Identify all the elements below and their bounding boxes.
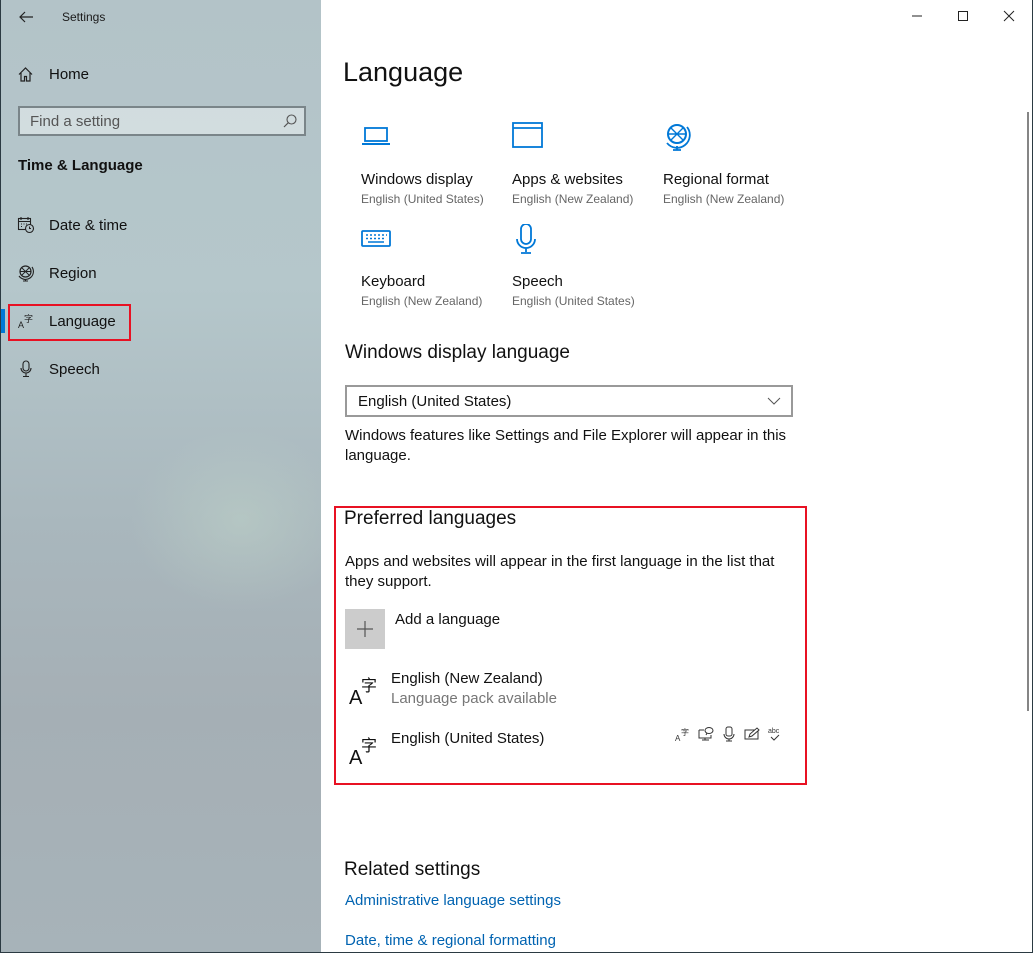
language-pack-icon: A字 bbox=[675, 726, 691, 743]
language-name: English (New Zealand) bbox=[391, 670, 543, 687]
tile-value: English (United States) bbox=[512, 294, 635, 308]
language-name: English (United States) bbox=[391, 730, 545, 747]
home-label: Home bbox=[49, 65, 90, 83]
display-language-heading: Windows display language bbox=[345, 342, 570, 363]
window-icon bbox=[512, 122, 543, 148]
tile-regional-format[interactable]: Regional format English (New Zealand) bbox=[663, 122, 803, 206]
page-title: Language bbox=[343, 57, 464, 87]
section-title: Time & Language bbox=[18, 157, 143, 174]
tile-value: English (New Zealand) bbox=[663, 192, 785, 206]
close-icon bbox=[1003, 10, 1015, 22]
minimize-icon bbox=[912, 15, 922, 17]
microphone-icon bbox=[17, 360, 35, 378]
svg-text:abc: abc bbox=[768, 728, 780, 735]
language-icon: A字 bbox=[17, 312, 35, 330]
sidebar-item-language[interactable]: A字 Language bbox=[17, 309, 116, 333]
laptop-icon bbox=[362, 127, 390, 145]
language-glyph-icon: A字 bbox=[349, 736, 377, 766]
tile-apps-websites[interactable]: Apps & websites English (New Zealand) bbox=[512, 122, 652, 206]
tile-windows-display[interactable]: Windows display English (United States) bbox=[361, 122, 501, 206]
add-language-button[interactable]: Add a language bbox=[345, 609, 500, 649]
language-item-en-nz[interactable]: A字 English (New Zealand) Language pack a… bbox=[345, 670, 785, 720]
svg-text:字: 字 bbox=[681, 727, 689, 737]
search-input[interactable] bbox=[30, 112, 275, 130]
main-content: Language Windows display English (United… bbox=[321, 0, 1032, 952]
settings-window: Settings Home Time & Language Date & tim… bbox=[1, 0, 1032, 952]
svg-text:字: 字 bbox=[24, 313, 33, 325]
keyboard-icon bbox=[361, 230, 391, 247]
plus-icon bbox=[357, 621, 373, 637]
active-indicator bbox=[1, 309, 5, 333]
sidebar-item-label: Speech bbox=[49, 360, 100, 378]
spell-check-icon: abc bbox=[767, 726, 783, 742]
search-box[interactable] bbox=[18, 106, 306, 136]
calendar-clock-icon bbox=[17, 216, 35, 234]
add-language-label: Add a language bbox=[395, 611, 501, 628]
svg-text:字: 字 bbox=[361, 736, 377, 755]
display-language-description: Windows features like Settings and File … bbox=[345, 427, 787, 464]
tile-value: English (New Zealand) bbox=[512, 192, 634, 206]
handwriting-icon bbox=[744, 726, 760, 742]
dropdown-value: English (United States) bbox=[358, 392, 512, 410]
language-status: Language pack available bbox=[391, 690, 557, 707]
tile-speech[interactable]: Speech English (United States) bbox=[512, 223, 652, 308]
admin-language-settings-link[interactable]: Administrative language settings bbox=[345, 892, 561, 909]
tile-value: English (United States) bbox=[361, 192, 484, 206]
related-settings-heading: Related settings bbox=[344, 859, 481, 880]
svg-text:字: 字 bbox=[361, 676, 377, 695]
minimize-button[interactable] bbox=[894, 0, 940, 32]
text-to-speech-icon bbox=[698, 726, 714, 742]
speech-recognition-icon bbox=[721, 726, 737, 742]
tile-label: Apps & websites bbox=[512, 171, 623, 188]
tile-label: Windows display bbox=[361, 171, 473, 188]
language-features: A字 abc bbox=[675, 726, 783, 743]
globe-icon bbox=[666, 124, 691, 151]
globe-icon bbox=[17, 264, 35, 282]
tile-keyboard[interactable]: Keyboard English (New Zealand) bbox=[361, 224, 501, 308]
plus-icon-box bbox=[345, 609, 385, 649]
sidebar-item-label: Region bbox=[49, 264, 97, 282]
maximize-button[interactable] bbox=[940, 0, 986, 32]
tile-label: Speech bbox=[512, 273, 563, 290]
sidebar-item-home[interactable]: Home bbox=[17, 62, 89, 86]
window-title: Settings bbox=[62, 10, 106, 24]
date-time-regional-link[interactable]: Date, time & regional formatting bbox=[345, 932, 556, 949]
sidebar-item-label: Language bbox=[49, 312, 116, 330]
language-item-en-us[interactable]: A字 English (United States) A字 abc bbox=[345, 726, 785, 780]
chevron-down-icon bbox=[767, 397, 781, 405]
sidebar-item-speech[interactable]: Speech bbox=[17, 357, 100, 381]
tile-label: Regional format bbox=[663, 171, 769, 188]
home-icon bbox=[18, 66, 33, 82]
tile-label: Keyboard bbox=[361, 273, 426, 290]
search-icon bbox=[283, 114, 297, 128]
preferred-languages-description: Apps and websites will appear in the fir… bbox=[345, 553, 775, 590]
sidebar: Settings Home Time & Language Date & tim… bbox=[1, 0, 321, 952]
back-button[interactable] bbox=[15, 6, 37, 28]
scrollbar-thumb[interactable] bbox=[1027, 112, 1029, 711]
sidebar-item-region[interactable]: Region bbox=[17, 261, 97, 285]
window-controls bbox=[894, 0, 1032, 32]
maximize-icon bbox=[958, 11, 968, 21]
language-glyph-icon: A字 bbox=[349, 676, 377, 706]
display-language-dropdown[interactable]: English (United States) bbox=[345, 385, 793, 417]
tile-value: English (New Zealand) bbox=[361, 294, 483, 308]
back-arrow-icon bbox=[19, 11, 33, 23]
preferred-languages-heading: Preferred languages bbox=[344, 508, 517, 529]
sidebar-item-label: Date & time bbox=[49, 216, 128, 234]
close-button[interactable] bbox=[986, 0, 1032, 32]
sidebar-item-date-time[interactable]: Date & time bbox=[17, 213, 127, 237]
microphone-icon bbox=[516, 223, 536, 254]
